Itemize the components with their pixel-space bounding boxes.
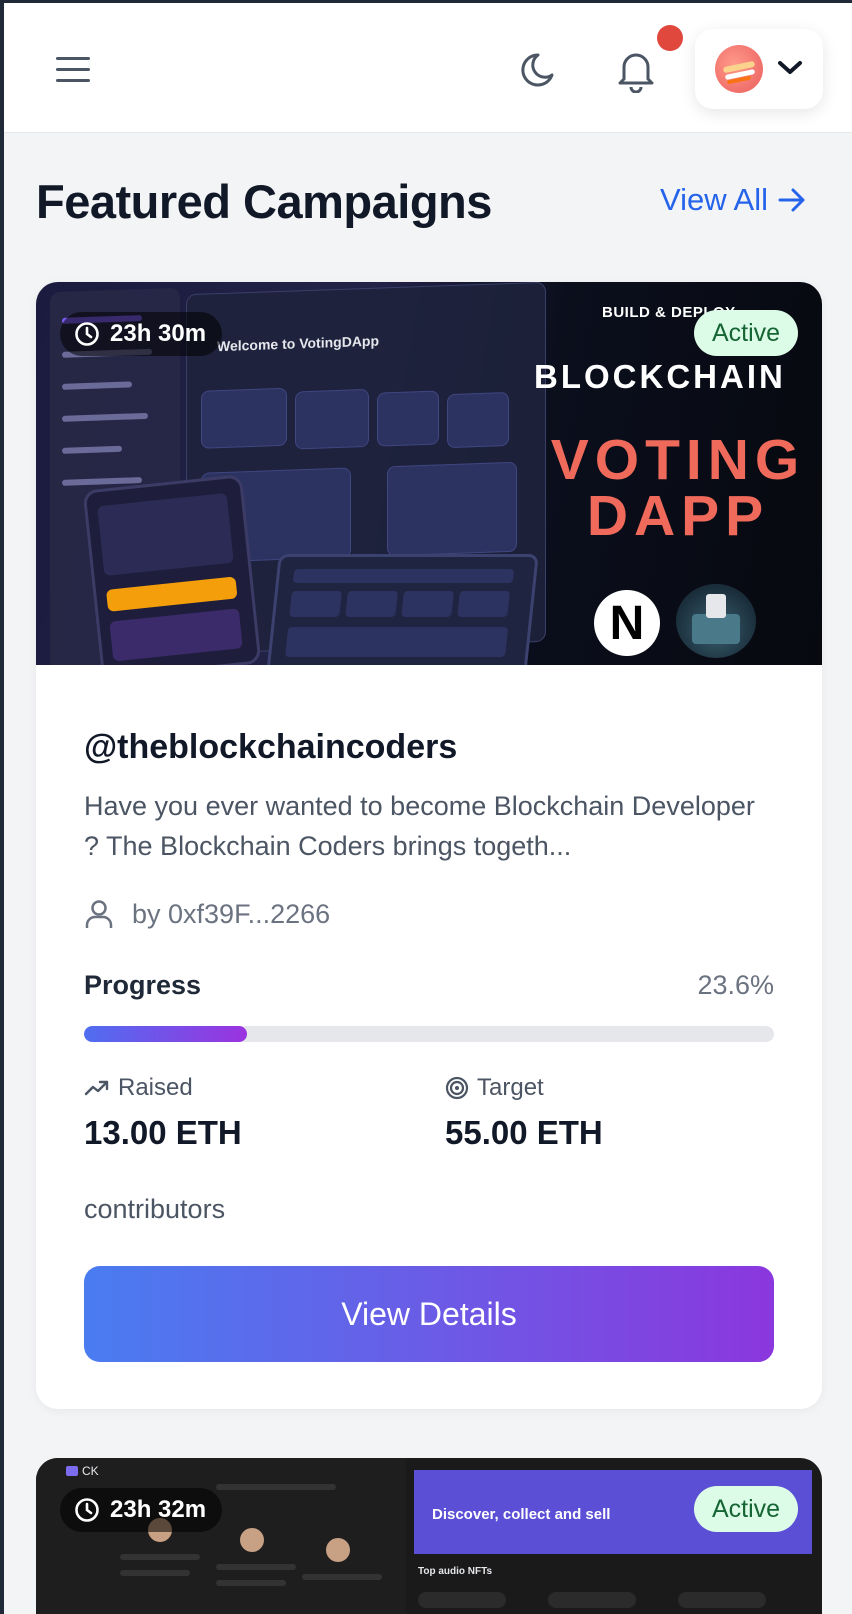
window-frame-left [0,0,4,1614]
raised-value: 13.00 ETH [84,1114,242,1151]
campaign-card[interactable]: Welcome to VotingDApp BUILD & DEPLOY BLO… [36,282,822,1409]
clock-icon [75,1498,99,1522]
banner-brand-text: CK [82,1464,99,1478]
creator-address: by 0xf39F...2266 [132,898,331,929]
profile-menu-button[interactable] [695,29,823,109]
raised-label-text: Raised [118,1074,193,1101]
banner-screenshot-tablet [265,554,539,665]
trending-up-icon [84,1080,109,1096]
nft-section-label: Top audio NFTs [418,1566,493,1577]
progress-label: Progress [84,970,202,1000]
nextjs-logo: N [594,590,660,656]
banner-screenshot-phone [82,474,262,665]
timer-text: 23h 32m [110,1496,207,1523]
banner-headline-accent: VOTING DAPP [550,428,806,548]
countdown-timer: 23h 32m [60,1488,223,1532]
clock-icon [75,322,99,346]
arrow-right-icon [778,188,805,212]
banner-screenshot-title: Welcome to VotingDApp [217,332,380,355]
progress-bar-fill [84,1026,247,1042]
target-icon [445,1076,469,1100]
audio-player [418,1592,506,1608]
banner-headline: BLOCKCHAIN [534,358,786,395]
top-header [4,3,852,133]
bell-icon[interactable] [614,47,658,94]
raised-label: Raised [84,1074,193,1102]
ballot-box-logo [676,584,756,658]
progress-bar [84,1026,774,1042]
view-details-button[interactable]: View Details [84,1266,774,1362]
view-all-link[interactable]: View All [660,182,806,218]
avatar [715,45,763,93]
campaign-creator: by 0xf39F...2266 [84,898,330,930]
campaign-title: @theblockchaincoders [84,728,458,766]
target-label-text: Target [477,1074,544,1101]
status-badge: Active [694,1486,798,1532]
view-all-label: View All [660,182,768,217]
notification-dot [657,25,683,51]
chevron-down-icon [777,59,803,77]
banner-brand: CK [66,1464,99,1478]
page-title: Featured Campaigns [36,175,492,228]
target-label: Target [445,1074,544,1102]
campaign-banner-image: Welcome to VotingDApp BUILD & DEPLOY BLO… [36,282,822,665]
target-value: 55.00 ETH [445,1114,603,1151]
countdown-timer: 23h 30m [60,312,223,356]
audio-player [548,1592,636,1608]
contributors-count: contributors [84,1194,226,1224]
moon-icon[interactable] [520,49,562,91]
progress-percent: 23.6% [697,970,774,1000]
status-badge: Active [694,310,798,356]
campaign-card[interactable]: CK Discover, collect and sell Top audio … [36,1458,822,1614]
user-icon [85,900,113,928]
audio-player [678,1592,766,1608]
nft-banner-headline: Discover, collect and sell [432,1506,611,1523]
banner-screenshot-nft: CK [36,1458,406,1614]
hamburger-menu-icon[interactable] [54,53,94,87]
timer-text: 23h 30m [110,320,207,347]
campaign-description: Have you ever wanted to become Blockchai… [84,791,755,861]
